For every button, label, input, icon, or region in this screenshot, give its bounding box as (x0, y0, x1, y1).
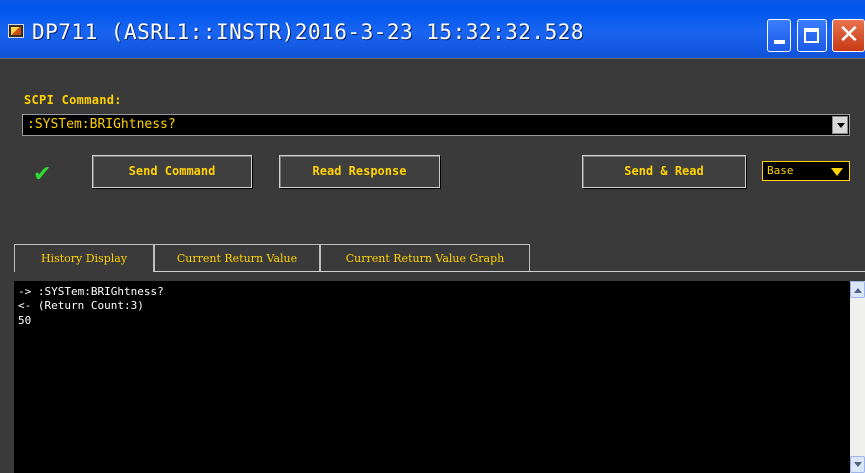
app-window: DP711 (ASRL1::INSTR)2016-3-23 15:32:32.5… (0, 0, 865, 473)
history-line: <- (Return Count:3) (18, 299, 144, 312)
chevron-down-icon[interactable] (832, 116, 848, 134)
client-area: SCPI Command: :SYSTem:BRIGhtness? ✔ Send… (0, 58, 865, 473)
tab-strip: History Display Current Return Value Cur… (14, 244, 865, 272)
scroll-up-icon[interactable] (850, 281, 865, 298)
window-title: DP711 (ASRL1::INSTR)2016-3-23 15:32:32.5… (32, 20, 585, 44)
scpi-command-combobox[interactable]: :SYSTem:BRIGhtness? (22, 114, 850, 136)
history-scrollbar[interactable] (850, 281, 865, 473)
checkmark-icon: ✔ (33, 162, 52, 187)
scroll-down-icon[interactable] (850, 456, 865, 473)
read-response-button[interactable]: Read Response (279, 155, 440, 188)
history-line: -> :SYSTem:BRIGhtness? (18, 285, 164, 298)
close-icon: ✕ (838, 20, 860, 50)
close-button[interactable]: ✕ (832, 19, 865, 52)
chevron-down-icon[interactable] (831, 168, 843, 176)
tab-history-display[interactable]: History Display (14, 244, 154, 272)
scpi-command-input[interactable]: :SYSTem:BRIGhtness? (27, 117, 176, 132)
scpi-command-label: SCPI Command: (24, 93, 122, 107)
send-command-button[interactable]: Send Command (92, 155, 252, 188)
instrument-app-icon[interactable] (8, 24, 24, 38)
maximize-button[interactable] (797, 19, 827, 52)
tab-current-return-value-graph[interactable]: Current Return Value Graph (320, 244, 530, 271)
tab-current-return-value[interactable]: Current Return Value (154, 244, 320, 271)
base-select[interactable]: Base (762, 161, 850, 181)
send-and-read-button[interactable]: Send & Read (582, 155, 746, 188)
base-select-value: Base (767, 164, 794, 177)
history-display[interactable]: -> :SYSTem:BRIGhtness? <- (Return Count:… (14, 281, 850, 473)
minimize-button[interactable] (767, 19, 791, 52)
title-bar[interactable]: DP711 (ASRL1::INSTR)2016-3-23 15:32:32.5… (0, 0, 865, 58)
history-line: 50 (18, 314, 32, 327)
